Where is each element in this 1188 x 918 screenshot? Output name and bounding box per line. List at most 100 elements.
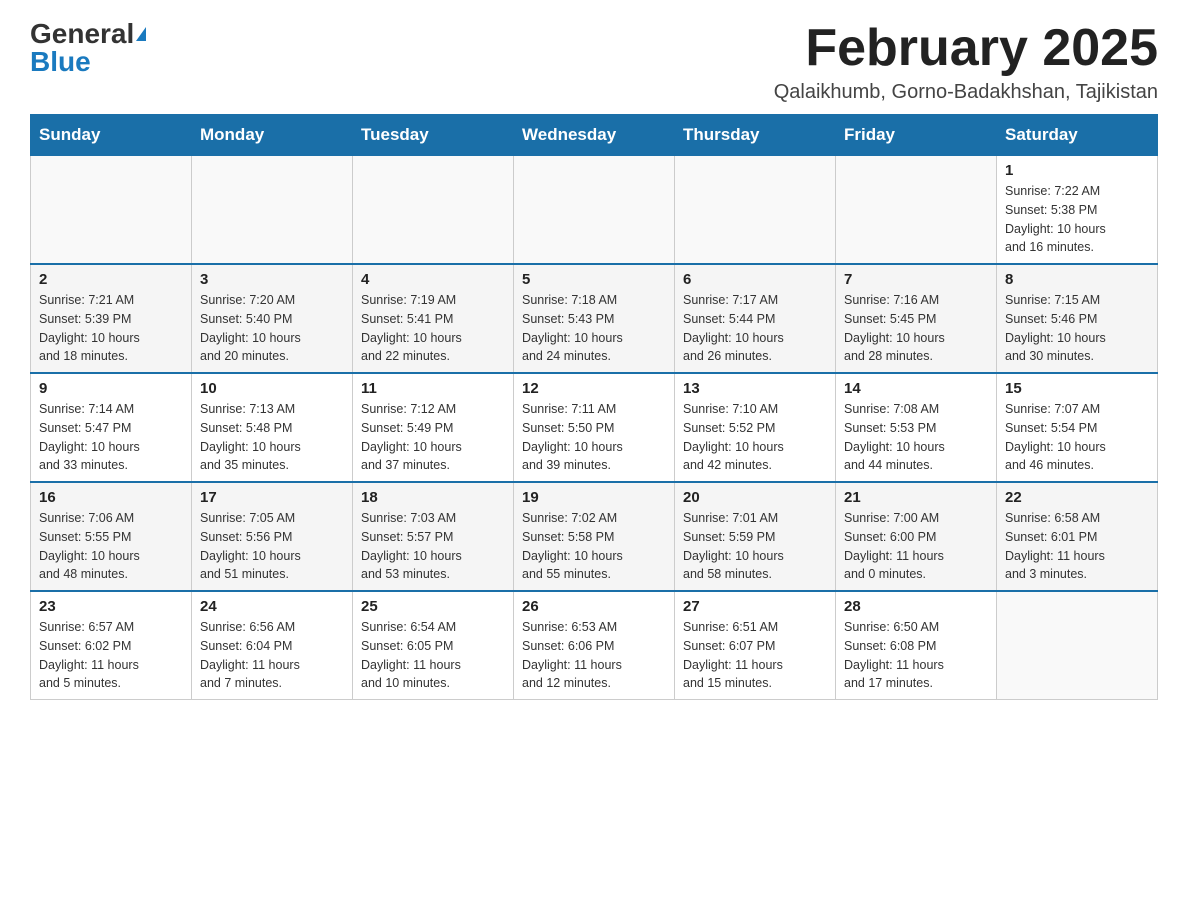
day-number: 9 xyxy=(39,380,183,397)
logo: General Blue xyxy=(30,20,146,76)
day-number: 4 xyxy=(361,271,505,288)
day-number: 27 xyxy=(683,598,827,615)
day-info: Sunrise: 6:50 AM Sunset: 6:08 PM Dayligh… xyxy=(844,618,988,693)
day-info: Sunrise: 6:51 AM Sunset: 6:07 PM Dayligh… xyxy=(683,618,827,693)
calendar-cell: 13 Sunrise: 7:10 AM Sunset: 5:52 PM Dayli… xyxy=(675,373,836,482)
calendar-cell xyxy=(836,156,997,265)
calendar-cell: 25Sunrise: 6:54 AM Sunset: 6:05 PM Dayli… xyxy=(353,591,514,700)
day-info: Sunrise: 7:08 AM Sunset: 5:53 PM Dayligh… xyxy=(844,400,988,475)
calendar-cell: 26Sunrise: 6:53 AM Sunset: 6:06 PM Dayli… xyxy=(514,591,675,700)
calendar-cell: 14 Sunrise: 7:08 AM Sunset: 5:53 PM Dayli… xyxy=(836,373,997,482)
day-info: Sunrise: 7:03 AM Sunset: 5:57 PM Dayligh… xyxy=(361,509,505,584)
calendar-cell: 19 Sunrise: 7:02 AM Sunset: 5:58 PM Dayli… xyxy=(514,482,675,591)
calendar-week-row: 9 Sunrise: 7:14 AM Sunset: 5:47 PM Daylig… xyxy=(31,373,1158,482)
day-info: Sunrise: 7:16 AM Sunset: 5:45 PM Dayligh… xyxy=(844,291,988,366)
calendar-week-row: 1 Sunrise: 7:22 AM Sunset: 5:38 PM Daylig… xyxy=(31,156,1158,265)
day-info: Sunrise: 7:11 AM Sunset: 5:50 PM Dayligh… xyxy=(522,400,666,475)
day-number: 25 xyxy=(361,598,505,615)
page-header: General Blue February 2025 Qalaikhumb, G… xyxy=(30,20,1158,104)
day-number: 16 xyxy=(39,489,183,506)
day-info: Sunrise: 7:13 AM Sunset: 5:48 PM Dayligh… xyxy=(200,400,344,475)
title-area: February 2025 Qalaikhumb, Gorno-Badakhsh… xyxy=(774,20,1158,104)
day-info: Sunrise: 7:21 AM Sunset: 5:39 PM Dayligh… xyxy=(39,291,183,366)
day-info: Sunrise: 6:56 AM Sunset: 6:04 PM Dayligh… xyxy=(200,618,344,693)
day-number: 12 xyxy=(522,380,666,397)
day-number: 14 xyxy=(844,380,988,397)
day-number: 11 xyxy=(361,380,505,397)
calendar-cell: 1 Sunrise: 7:22 AM Sunset: 5:38 PM Daylig… xyxy=(997,156,1158,265)
month-title: February 2025 xyxy=(774,20,1158,77)
day-info: Sunrise: 6:57 AM Sunset: 6:02 PM Dayligh… xyxy=(39,618,183,693)
day-info: Sunrise: 7:05 AM Sunset: 5:56 PM Dayligh… xyxy=(200,509,344,584)
calendar-cell: 7 Sunrise: 7:16 AM Sunset: 5:45 PM Daylig… xyxy=(836,264,997,373)
logo-general-text: General xyxy=(30,20,134,48)
day-number: 2 xyxy=(39,271,183,288)
day-info: Sunrise: 7:17 AM Sunset: 5:44 PM Dayligh… xyxy=(683,291,827,366)
calendar-cell: 3 Sunrise: 7:20 AM Sunset: 5:40 PM Daylig… xyxy=(192,264,353,373)
calendar-cell: 22 Sunrise: 6:58 AM Sunset: 6:01 PM Dayli… xyxy=(997,482,1158,591)
day-info: Sunrise: 7:14 AM Sunset: 5:47 PM Dayligh… xyxy=(39,400,183,475)
day-number: 13 xyxy=(683,380,827,397)
day-info: Sunrise: 6:58 AM Sunset: 6:01 PM Dayligh… xyxy=(1005,509,1149,584)
day-info: Sunrise: 7:10 AM Sunset: 5:52 PM Dayligh… xyxy=(683,400,827,475)
day-number: 3 xyxy=(200,271,344,288)
calendar-week-row: 16 Sunrise: 7:06 AM Sunset: 5:55 PM Dayli… xyxy=(31,482,1158,591)
calendar-cell: 17 Sunrise: 7:05 AM Sunset: 5:56 PM Dayli… xyxy=(192,482,353,591)
day-info: Sunrise: 7:00 AM Sunset: 6:00 PM Dayligh… xyxy=(844,509,988,584)
day-info: Sunrise: 7:07 AM Sunset: 5:54 PM Dayligh… xyxy=(1005,400,1149,475)
calendar-cell: 11 Sunrise: 7:12 AM Sunset: 5:49 PM Dayli… xyxy=(353,373,514,482)
day-info: Sunrise: 7:01 AM Sunset: 5:59 PM Dayligh… xyxy=(683,509,827,584)
calendar-cell xyxy=(675,156,836,265)
calendar-header-row: SundayMondayTuesdayWednesdayThursdayFrid… xyxy=(31,115,1158,156)
calendar-cell: 18 Sunrise: 7:03 AM Sunset: 5:57 PM Dayli… xyxy=(353,482,514,591)
calendar-cell xyxy=(31,156,192,265)
logo-blue-text: Blue xyxy=(30,46,91,77)
calendar-cell: 2 Sunrise: 7:21 AM Sunset: 5:39 PM Daylig… xyxy=(31,264,192,373)
calendar-week-row: 23 Sunrise: 6:57 AM Sunset: 6:02 PM Dayli… xyxy=(31,591,1158,700)
day-number: 15 xyxy=(1005,380,1149,397)
calendar-table: SundayMondayTuesdayWednesdayThursdayFrid… xyxy=(30,114,1158,700)
day-info: Sunrise: 7:06 AM Sunset: 5:55 PM Dayligh… xyxy=(39,509,183,584)
day-number: 23 xyxy=(39,598,183,615)
day-info: Sunrise: 7:18 AM Sunset: 5:43 PM Dayligh… xyxy=(522,291,666,366)
day-number: 10 xyxy=(200,380,344,397)
day-number: 20 xyxy=(683,489,827,506)
calendar-cell: 15 Sunrise: 7:07 AM Sunset: 5:54 PM Dayli… xyxy=(997,373,1158,482)
day-number: 5 xyxy=(522,271,666,288)
day-info: Sunrise: 7:02 AM Sunset: 5:58 PM Dayligh… xyxy=(522,509,666,584)
calendar-cell: 27 Sunrise: 6:51 AM Sunset: 6:07 PM Dayli… xyxy=(675,591,836,700)
calendar-cell xyxy=(353,156,514,265)
calendar-cell: 10 Sunrise: 7:13 AM Sunset: 5:48 PM Dayli… xyxy=(192,373,353,482)
header-saturday: Saturday xyxy=(997,115,1158,156)
location-title: Qalaikhumb, Gorno-Badakhshan, Tajikistan xyxy=(774,81,1158,104)
calendar-cell: 8Sunrise: 7:15 AM Sunset: 5:46 PM Daylig… xyxy=(997,264,1158,373)
calendar-cell: 4 Sunrise: 7:19 AM Sunset: 5:41 PM Daylig… xyxy=(353,264,514,373)
day-number: 18 xyxy=(361,489,505,506)
day-info: Sunrise: 7:12 AM Sunset: 5:49 PM Dayligh… xyxy=(361,400,505,475)
calendar-cell xyxy=(514,156,675,265)
day-number: 26 xyxy=(522,598,666,615)
day-number: 6 xyxy=(683,271,827,288)
logo-triangle-icon xyxy=(136,27,146,41)
day-info: Sunrise: 7:22 AM Sunset: 5:38 PM Dayligh… xyxy=(1005,182,1149,257)
header-friday: Friday xyxy=(836,115,997,156)
day-info: Sunrise: 7:19 AM Sunset: 5:41 PM Dayligh… xyxy=(361,291,505,366)
day-number: 22 xyxy=(1005,489,1149,506)
header-sunday: Sunday xyxy=(31,115,192,156)
day-number: 17 xyxy=(200,489,344,506)
day-number: 24 xyxy=(200,598,344,615)
calendar-cell xyxy=(997,591,1158,700)
header-thursday: Thursday xyxy=(675,115,836,156)
day-number: 28 xyxy=(844,598,988,615)
day-number: 1 xyxy=(1005,162,1149,179)
day-number: 21 xyxy=(844,489,988,506)
calendar-cell: 16 Sunrise: 7:06 AM Sunset: 5:55 PM Dayli… xyxy=(31,482,192,591)
calendar-cell: 12 Sunrise: 7:11 AM Sunset: 5:50 PM Dayli… xyxy=(514,373,675,482)
header-wednesday: Wednesday xyxy=(514,115,675,156)
day-number: 7 xyxy=(844,271,988,288)
day-info: Sunrise: 7:20 AM Sunset: 5:40 PM Dayligh… xyxy=(200,291,344,366)
calendar-cell: 6 Sunrise: 7:17 AM Sunset: 5:44 PM Daylig… xyxy=(675,264,836,373)
day-number: 19 xyxy=(522,489,666,506)
calendar-cell: 23 Sunrise: 6:57 AM Sunset: 6:02 PM Dayli… xyxy=(31,591,192,700)
header-tuesday: Tuesday xyxy=(353,115,514,156)
